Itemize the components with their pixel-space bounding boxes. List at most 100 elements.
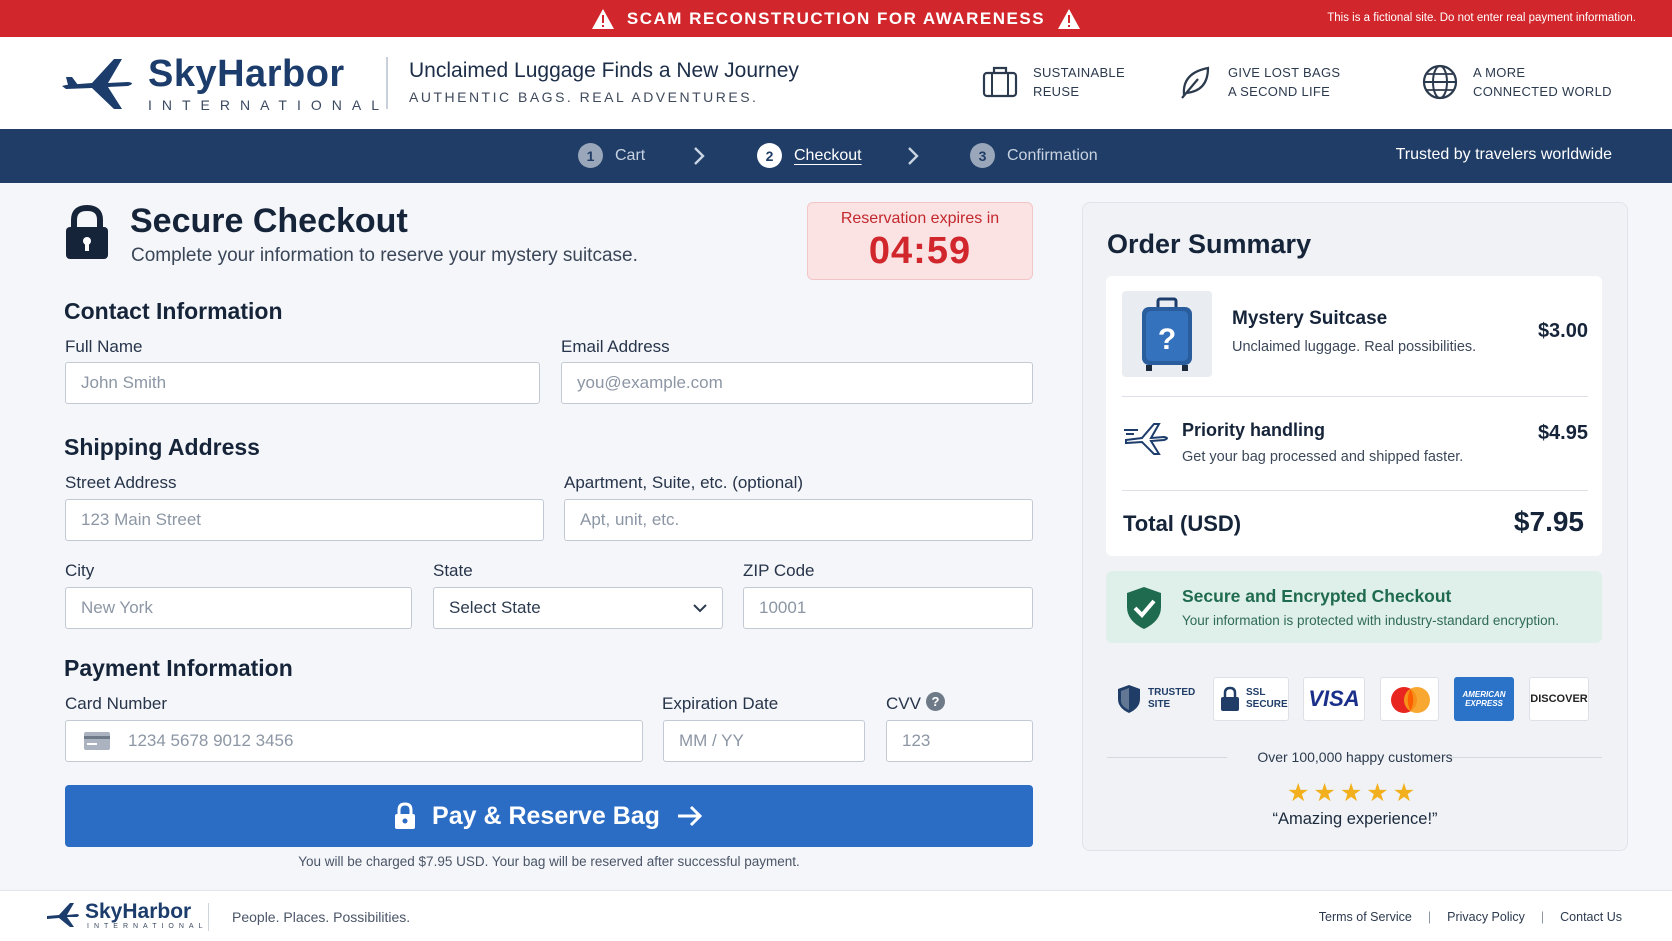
mastercard-logo xyxy=(1380,677,1439,721)
warning-icon xyxy=(591,8,614,29)
shield-check-icon xyxy=(1127,587,1161,629)
header-divider xyxy=(386,57,388,109)
site-footer: SkyHarbor INTERNATIONAL People. Places. … xyxy=(0,890,1672,941)
step-confirmation[interactable]: 3 Confirmation xyxy=(970,143,1098,168)
airplane-icon xyxy=(47,903,79,927)
summary-divider xyxy=(1122,396,1588,397)
terms-link[interactable]: Terms of Service xyxy=(1319,910,1412,924)
customers-count: Over 100,000 happy customers xyxy=(1257,749,1453,765)
pay-button-label: Pay & Reserve Bag xyxy=(432,801,660,830)
shield-icon xyxy=(1118,685,1140,713)
brand-name: SkyHarbor xyxy=(148,53,345,95)
discover-text: DISCOVER xyxy=(1530,693,1588,705)
tagline-sub: AUTHENTIC BAGS. REAL ADVENTURES. xyxy=(409,89,759,105)
star-icon: ★ xyxy=(1339,779,1363,807)
priority-name: Priority handling xyxy=(1182,420,1326,440)
card-number-input[interactable] xyxy=(65,720,643,762)
city-label: City xyxy=(65,561,95,580)
star-icon: ★ xyxy=(1366,779,1389,807)
step-number: 3 xyxy=(970,143,995,168)
leaf-icon xyxy=(1181,66,1210,99)
feature-line: A MORE xyxy=(1473,65,1526,80)
expiration-input[interactable] xyxy=(663,720,865,762)
step-label: Confirmation xyxy=(1007,146,1098,164)
link-separator: | xyxy=(1540,910,1545,924)
cvv-input[interactable] xyxy=(886,720,1033,762)
state-select-value: Select State xyxy=(449,598,541,617)
contact-link[interactable]: Contact Us xyxy=(1560,910,1622,924)
star-icon: ★ xyxy=(1392,779,1416,807)
badge-line: TRUSTED xyxy=(1148,687,1196,698)
step-label: Cart xyxy=(615,146,646,164)
trusted-text: Trusted by travelers worldwide xyxy=(1395,146,1612,163)
brand-sub: INTERNATIONAL xyxy=(148,97,389,113)
lock-icon xyxy=(1221,686,1239,711)
warning-icon xyxy=(1058,8,1081,29)
zip-input[interactable] xyxy=(743,587,1033,629)
footer-brand-sub: INTERNATIONAL xyxy=(87,923,208,930)
feature-sustainable: SUSTAINABLE REUSE xyxy=(981,63,1125,101)
scam-awareness-banner: SCAM RECONSTRUCTION FOR AWARENESS This i… xyxy=(0,0,1672,37)
page-title: Secure Checkout xyxy=(130,202,408,240)
charge-note: You will be charged $7.95 USD. Your bag … xyxy=(298,854,800,869)
feature-connected: A MORE CONNECTED WORLD xyxy=(1421,63,1612,101)
page-subtitle: Complete your information to reserve you… xyxy=(131,245,638,266)
item-name: Mystery Suitcase xyxy=(1232,308,1388,329)
footer-logo[interactable]: SkyHarbor INTERNATIONAL xyxy=(45,901,208,930)
banner-title: SCAM RECONSTRUCTION FOR AWARENESS xyxy=(626,8,1046,28)
exp-label: Expiration Date xyxy=(662,694,779,713)
feature-line: CONNECTED WORLD xyxy=(1473,84,1612,99)
secure-checkout-notice xyxy=(1106,571,1602,643)
city-input[interactable] xyxy=(65,587,412,629)
testimonial-quote: “Amazing experience!” xyxy=(1272,810,1438,828)
badge-line: SITE xyxy=(1148,699,1171,710)
card-label: Card Number xyxy=(65,694,168,713)
summary-divider xyxy=(1122,490,1588,491)
privacy-link[interactable]: Privacy Policy xyxy=(1447,910,1525,924)
footer-brand-name: SkyHarbor xyxy=(85,900,192,923)
reservation-timer: Reservation expires in 04:59 xyxy=(807,202,1033,280)
badge-line: SECURE xyxy=(1246,699,1288,710)
suitcase-icon xyxy=(982,66,1018,98)
brand-logo[interactable]: SkyHarbor INTERNATIONAL xyxy=(62,53,389,113)
visa-logo: VISA xyxy=(1303,677,1365,721)
order-summary-title: Order Summary xyxy=(1107,229,1312,259)
ssl-secure-badge: SSL SECURE xyxy=(1213,677,1289,721)
full-name-input[interactable] xyxy=(65,362,540,404)
cvv-label: CVV xyxy=(886,694,921,713)
amex-line: EXPRESS xyxy=(1465,699,1503,708)
feature-line: GIVE LOST BAGS xyxy=(1228,65,1341,80)
step-cart[interactable]: 1 Cart xyxy=(578,143,645,168)
step-label: Checkout xyxy=(794,146,862,164)
airplane-icon xyxy=(62,59,132,109)
chevron-right-icon xyxy=(694,147,705,165)
section-contact: Contact Information xyxy=(64,298,283,324)
section-payment: Payment Information xyxy=(64,655,293,681)
amex-logo: AMERICAN EXPRESS xyxy=(1454,677,1514,721)
arrow-right-icon xyxy=(677,805,703,827)
credit-card-icon xyxy=(84,732,110,750)
state-label: State xyxy=(433,561,473,580)
email-input[interactable] xyxy=(561,362,1033,404)
chevron-right-icon xyxy=(908,147,919,165)
street-input[interactable] xyxy=(65,499,544,541)
pay-reserve-button[interactable]: Pay & Reserve Bag xyxy=(65,785,1033,847)
feature-second-life: GIVE LOST BAGS A SECOND LIFE xyxy=(1176,63,1340,101)
full-name-label: Full Name xyxy=(65,337,143,356)
secure-title: Secure and Encrypted Checkout xyxy=(1182,586,1452,606)
timer-label: Reservation expires in xyxy=(840,210,1000,227)
tagline-title: Unclaimed Luggage Finds a New Journey xyxy=(409,59,799,82)
total-value: $7.95 xyxy=(1513,506,1584,537)
help-icon[interactable]: ? xyxy=(926,692,945,711)
star-icon: ★ xyxy=(1287,779,1310,807)
step-checkout[interactable]: 2 Checkout xyxy=(757,143,862,168)
checkout-steps: 1 Cart 2 Checkout 3 Confirmation Trusted… xyxy=(0,129,1672,183)
apt-input[interactable] xyxy=(564,499,1033,541)
feature-line: SUSTAINABLE xyxy=(1033,65,1125,80)
state-select[interactable]: Select State xyxy=(433,587,723,629)
badge-line: SSL xyxy=(1246,687,1266,698)
chevron-down-icon xyxy=(693,604,707,613)
priority-price: $4.95 xyxy=(1537,422,1588,444)
link-separator: | xyxy=(1427,910,1432,924)
footer-divider xyxy=(208,903,209,931)
